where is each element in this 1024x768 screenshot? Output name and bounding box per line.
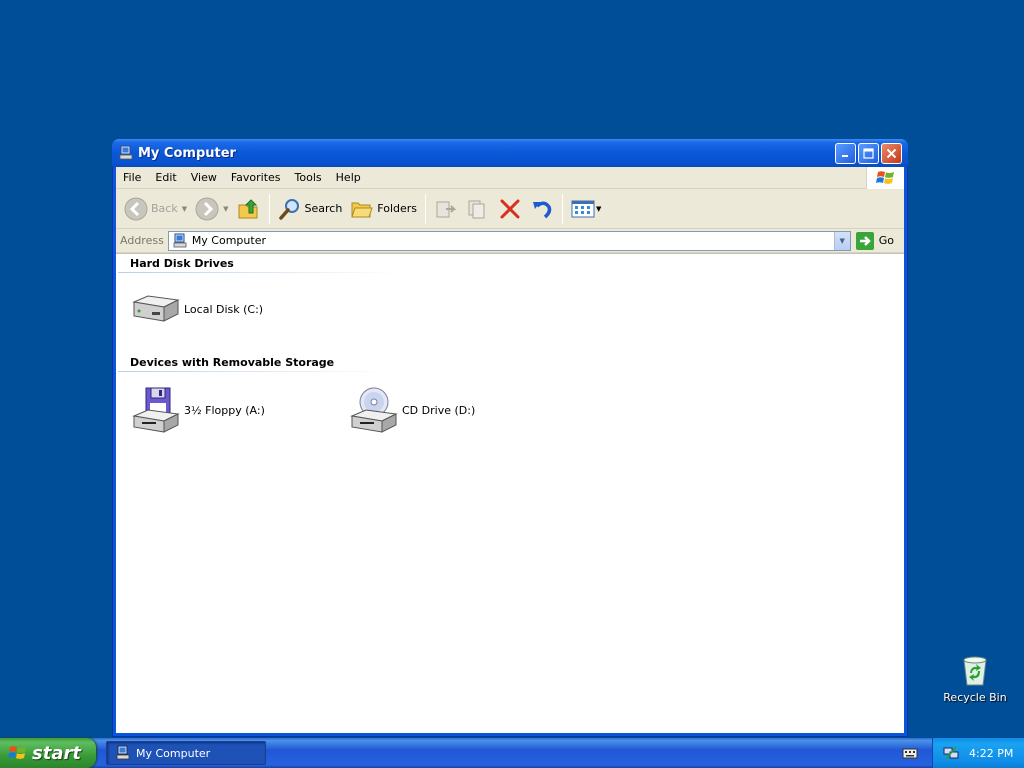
move-to-icon bbox=[436, 201, 457, 217]
maximize-button[interactable] bbox=[858, 142, 879, 164]
drive-label: Local Disk (C:) bbox=[184, 302, 264, 316]
menu-favorites[interactable]: Favorites bbox=[224, 167, 288, 189]
recycle-bin-icon bbox=[963, 656, 987, 686]
drive-item-floppy[interactable]: 3½ Floppy (A:) bbox=[130, 386, 265, 434]
toolbar-separator bbox=[562, 193, 564, 224]
views-icon bbox=[571, 200, 595, 217]
group-header-removable-storage: Devices with Removable Storage bbox=[130, 356, 335, 369]
up-button[interactable] bbox=[233, 192, 265, 226]
go-arrow-icon bbox=[855, 231, 874, 250]
desktop-icon-recycle-bin[interactable]: Recycle Bin bbox=[938, 655, 1012, 704]
maximize-icon bbox=[863, 147, 874, 159]
drive-item-cd-drive[interactable]: CD Drive (D:) bbox=[348, 386, 475, 434]
my-computer-small-icon bbox=[116, 745, 130, 760]
views-dropdown-icon[interactable]: ▼ bbox=[596, 205, 601, 213]
back-dropdown-icon[interactable]: ▼ bbox=[182, 205, 187, 213]
back-label: Back bbox=[151, 202, 178, 215]
start-button[interactable]: start bbox=[0, 738, 96, 768]
cd-drive-icon bbox=[350, 387, 398, 433]
delete-button[interactable] bbox=[494, 192, 526, 226]
taskbar: start My Computer 4:22 PM bbox=[0, 738, 1024, 768]
go-button[interactable]: Go bbox=[855, 231, 902, 250]
explorer-window: My Computer File Edit View Favorites Too… bbox=[112, 139, 908, 737]
recycle-bin-label: Recycle Bin bbox=[943, 691, 1007, 704]
drive-label: CD Drive (D:) bbox=[402, 403, 476, 417]
search-button[interactable]: Search bbox=[274, 192, 347, 226]
menu-tools[interactable]: Tools bbox=[288, 167, 329, 189]
standard-toolbar: Back ▼ ▼ Search Folders ▼ bbox=[116, 189, 904, 229]
title-bar[interactable]: My Computer bbox=[112, 139, 908, 167]
minimize-icon bbox=[841, 155, 848, 157]
address-value: My Computer bbox=[191, 234, 266, 247]
back-button[interactable]: Back ▼ bbox=[120, 192, 191, 226]
views-button[interactable]: ▼ bbox=[567, 192, 605, 226]
minimize-button[interactable] bbox=[835, 142, 856, 164]
chevron-down-icon: ▼ bbox=[839, 236, 845, 245]
my-computer-small-icon bbox=[173, 233, 187, 247]
menu-bar: File Edit View Favorites Tools Help bbox=[116, 167, 904, 189]
search-icon bbox=[278, 198, 299, 220]
menu-edit[interactable]: Edit bbox=[148, 167, 183, 189]
window-title: My Computer bbox=[138, 145, 236, 161]
group-divider bbox=[118, 371, 388, 372]
address-input[interactable]: My Computer ▼ bbox=[167, 230, 851, 251]
windows-flag-icon bbox=[8, 746, 26, 759]
network-icon[interactable] bbox=[943, 745, 959, 761]
menu-view[interactable]: View bbox=[184, 167, 224, 189]
my-computer-icon bbox=[119, 145, 133, 160]
search-label: Search bbox=[304, 202, 343, 215]
go-label: Go bbox=[878, 234, 894, 247]
copy-to-button[interactable] bbox=[462, 192, 494, 226]
keyboard-icon[interactable] bbox=[902, 745, 918, 761]
forward-arrow-icon bbox=[195, 197, 219, 220]
toolbar-separator bbox=[268, 193, 270, 224]
address-bar: Address My Computer ▼ Go bbox=[116, 229, 904, 253]
undo-icon bbox=[533, 201, 552, 218]
group-header-hard-disks: Hard Disk Drives bbox=[130, 257, 234, 270]
menu-help[interactable]: Help bbox=[329, 167, 368, 189]
floppy-drive-icon bbox=[132, 387, 180, 433]
windows-logo bbox=[866, 167, 904, 189]
taskbar-item-label: My Computer bbox=[136, 746, 211, 760]
windows-flag-icon bbox=[875, 171, 894, 184]
back-arrow-icon bbox=[124, 197, 148, 220]
system-tray: 4:22 PM bbox=[932, 738, 1024, 768]
move-to-button[interactable] bbox=[430, 192, 462, 226]
close-button[interactable] bbox=[881, 142, 902, 164]
undo-button[interactable] bbox=[526, 192, 558, 226]
menu-file[interactable]: File bbox=[116, 167, 148, 189]
drive-label: 3½ Floppy (A:) bbox=[184, 403, 265, 417]
drive-item-local-disk[interactable]: Local Disk (C:) bbox=[130, 294, 263, 324]
hard-disk-icon bbox=[132, 295, 180, 322]
folders-button[interactable]: Folders bbox=[346, 192, 421, 226]
taskbar-item-my-computer[interactable]: My Computer bbox=[106, 741, 266, 765]
start-label: start bbox=[32, 742, 81, 764]
address-dropdown-button[interactable]: ▼ bbox=[833, 231, 850, 250]
folders-icon bbox=[351, 202, 373, 217]
toolbar-separator bbox=[425, 193, 427, 224]
delete-x-icon bbox=[500, 199, 520, 218]
address-label: Address bbox=[120, 234, 164, 247]
close-icon bbox=[886, 148, 897, 158]
folders-label: Folders bbox=[377, 202, 418, 215]
folder-up-icon bbox=[238, 198, 257, 218]
forward-dropdown-icon[interactable]: ▼ bbox=[223, 205, 228, 213]
group-divider bbox=[118, 272, 403, 273]
forward-button[interactable]: ▼ bbox=[191, 192, 232, 226]
copy-to-icon bbox=[468, 200, 485, 218]
clock[interactable]: 4:22 PM bbox=[969, 747, 1013, 760]
file-list-pane[interactable]: Hard Disk Drives Local Disk (C:) Devices… bbox=[116, 253, 904, 733]
